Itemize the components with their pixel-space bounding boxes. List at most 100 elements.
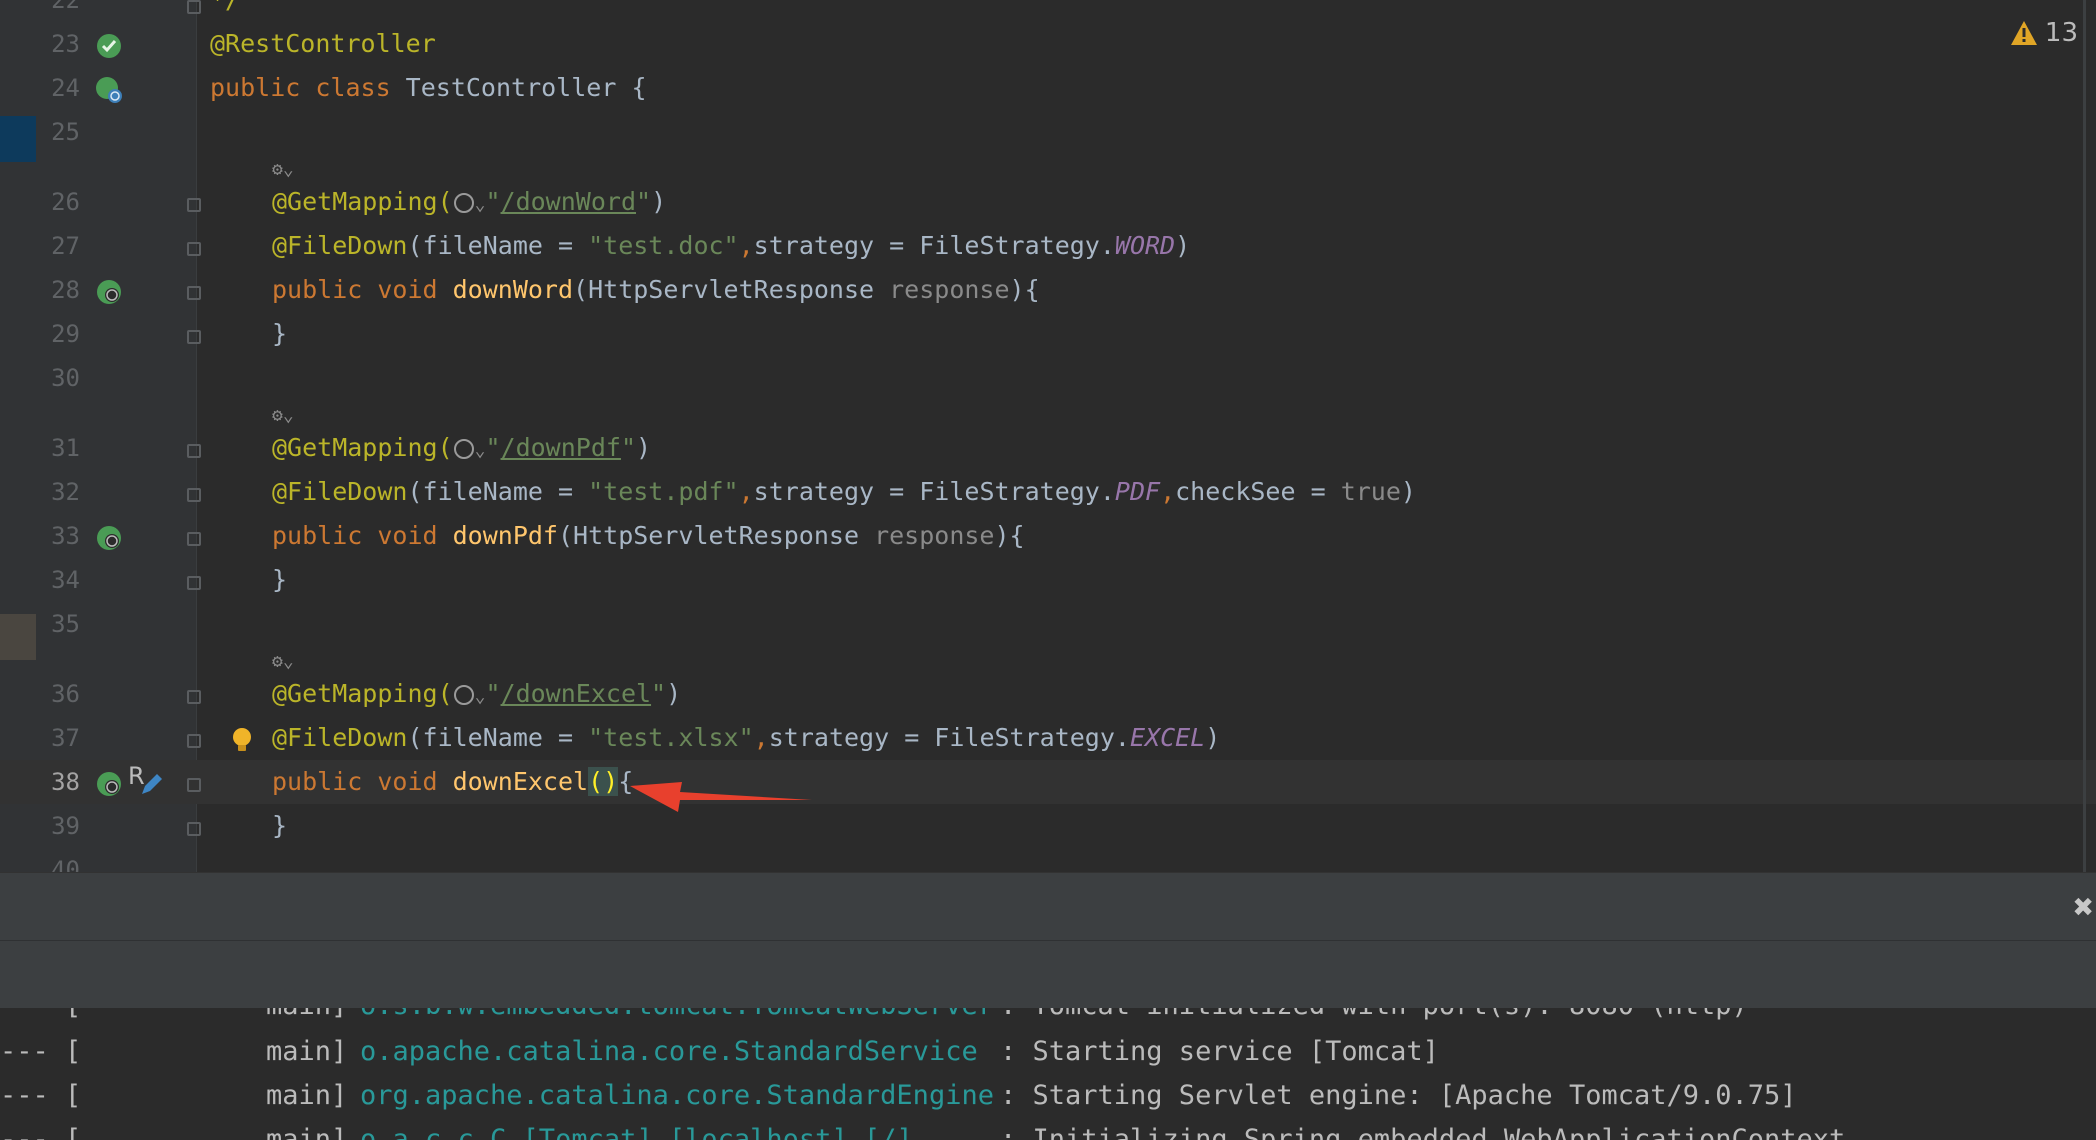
code-token: response — [874, 521, 995, 550]
line-number: 40 — [51, 856, 80, 872]
globe-icon[interactable] — [453, 439, 474, 459]
edit-pencil-icon[interactable] — [136, 770, 166, 800]
editor-scrollbar[interactable] — [2083, 0, 2086, 872]
line-number: 37 — [51, 724, 80, 752]
code-token: " — [636, 187, 652, 216]
run-console[interactable]: --- [main] o.s.b.w.embedded.tomcat.Tomcat… — [0, 1008, 2096, 1140]
fold-marker[interactable] — [187, 488, 201, 502]
code-line[interactable]: 39} — [0, 804, 2096, 848]
code-editor[interactable]: 22 */ 23 @RestController 24 public class Test… — [0, 0, 2096, 872]
code-line[interactable]: 36 @GetMapping(⌄"/downExcel") — [0, 672, 2096, 716]
line-number: 38 — [51, 768, 80, 796]
console-logger[interactable]: o.apache.catalina.core.StandardService — [360, 1030, 978, 1074]
console-dash: --- [ — [0, 1080, 82, 1111]
line-number: 31 — [51, 434, 80, 462]
chevron-down-icon[interactable]: ⌄ — [475, 194, 486, 215]
code-token: ) — [636, 433, 652, 462]
globe-icon[interactable] — [453, 685, 474, 705]
code-token: } — [272, 811, 288, 840]
code-token: ) — [1205, 723, 1221, 752]
fold-marker[interactable] — [187, 690, 201, 704]
inlay-hint-endpoints[interactable]: ⚙⌄ — [272, 404, 294, 428]
code-line[interactable]: 28 public void downWord(HttpServletRespon… — [0, 268, 2096, 312]
fold-marker[interactable] — [187, 532, 201, 546]
chevron-down-icon[interactable]: ⌄ — [475, 686, 486, 707]
chevron-down-icon[interactable]: ⌄ — [475, 440, 486, 461]
inlay-hint-endpoints[interactable]: ⚙⌄ — [272, 650, 294, 674]
line-number: 26 — [51, 188, 80, 216]
globe-icon[interactable] — [453, 193, 474, 213]
fold-marker[interactable] — [187, 0, 201, 14]
code-line[interactable]: 23 @RestController — [0, 22, 2096, 66]
code-line[interactable]: 29} — [0, 312, 2096, 356]
warnings-indicator[interactable]: 13 — [2009, 18, 2078, 48]
console-dash: --- [ — [0, 1008, 81, 1028]
tool-window-header: ✖ — [0, 872, 2096, 941]
fold-marker[interactable] — [187, 444, 201, 458]
spring-bean-icon[interactable] — [94, 31, 124, 61]
warning-count: 13 — [2044, 18, 2078, 48]
console-msg: : Starting service [Tomcat] — [1000, 1036, 1439, 1067]
tool-window-toolbar — [0, 940, 2096, 1009]
code-text: */ — [210, 0, 240, 22]
code-token: } — [272, 565, 288, 594]
code-line[interactable]: 35 — [0, 602, 2096, 646]
code-line[interactable]: 32 @FileDown(fileName = "test.pdf",strate… — [0, 470, 2096, 514]
code-line[interactable]: 24 public class TestController { — [0, 66, 2096, 110]
code-text: } — [272, 312, 287, 356]
code-token: EXCEL — [1129, 723, 1206, 752]
code-text: } — [272, 804, 287, 848]
console-logger[interactable]: o.a.c.c.C.[Tomcat].[localhost].[/] — [360, 1118, 913, 1140]
fold-marker[interactable] — [187, 198, 201, 212]
code-token: @RestController — [210, 29, 436, 58]
lightbulb-icon[interactable] — [227, 725, 257, 755]
console-logger[interactable]: org.apache.catalina.core.StandardEngine — [360, 1074, 994, 1118]
close-icon[interactable]: ✖ — [2072, 893, 2094, 923]
code-line[interactable]: 31 @GetMapping(⌄"/downPdf") — [0, 426, 2096, 470]
code-token: "test.pdf" — [588, 477, 739, 506]
line-number: 30 — [51, 364, 80, 392]
line-number: 33 — [51, 522, 80, 550]
request-mapping-icon[interactable] — [94, 769, 124, 799]
code-line[interactable]: 33 public void downPdf(HttpServletRespons… — [0, 514, 2096, 558]
code-line[interactable]: 25 — [0, 110, 2096, 154]
fold-marker[interactable] — [187, 822, 201, 836]
code-token: " — [651, 679, 667, 708]
code-line[interactable]: 38 public void downExcel(){ — [0, 760, 2096, 804]
code-line[interactable]: 22 */ — [0, 0, 2096, 22]
code-token: public void — [272, 521, 453, 550]
request-mapping-icon[interactable] — [94, 523, 124, 553]
code-line[interactable]: 37 @FileDown(fileName = "test.xlsx",strat… — [0, 716, 2096, 760]
code-token: "test.xlsx" — [588, 723, 754, 752]
code-token: " — [485, 433, 501, 462]
code-text: } — [272, 558, 287, 602]
code-line[interactable]: 40 — [0, 848, 2096, 872]
code-line[interactable]: 26 @GetMapping(⌄"/downWord") — [0, 180, 2096, 224]
console-msg: : Initializing Spring embedded WebApplic… — [1000, 1124, 1846, 1140]
code-token: , — [738, 231, 754, 260]
spring-bean-globe-icon[interactable] — [94, 75, 124, 105]
line-number: 24 — [51, 74, 80, 102]
code-token: strategy = FileStrategy. — [768, 723, 1130, 752]
request-mapping-icon[interactable] — [94, 277, 124, 307]
fold-marker[interactable] — [187, 778, 201, 792]
code-token: ){ — [994, 521, 1025, 550]
fold-marker[interactable] — [187, 330, 201, 344]
code-line[interactable]: 30 — [0, 356, 2096, 400]
line-number: 22 — [51, 0, 80, 14]
fold-marker[interactable] — [187, 242, 201, 256]
fold-marker[interactable] — [187, 286, 201, 300]
code-token: checkSee = — [1175, 477, 1341, 506]
code-token: ) — [651, 187, 667, 216]
code-token: ){ — [1009, 275, 1040, 304]
console-logger[interactable]: o.s.b.w.embedded.tomcat.TomcatWebServer — [360, 1008, 994, 1028]
line-number: 35 — [51, 610, 80, 638]
fold-marker[interactable] — [187, 576, 201, 590]
inlay-hint-endpoints[interactable]: ⚙⌄ — [272, 158, 294, 182]
code-line[interactable]: 34} — [0, 558, 2096, 602]
code-line[interactable]: 27 @FileDown(fileName = "test.doc",strate… — [0, 224, 2096, 268]
code-token: (HttpServletResponse — [573, 275, 890, 304]
fold-marker[interactable] — [187, 734, 201, 748]
red-arrow-annotation — [630, 782, 812, 812]
code-text: @FileDown(fileName = "test.doc",strategy… — [272, 224, 1190, 268]
